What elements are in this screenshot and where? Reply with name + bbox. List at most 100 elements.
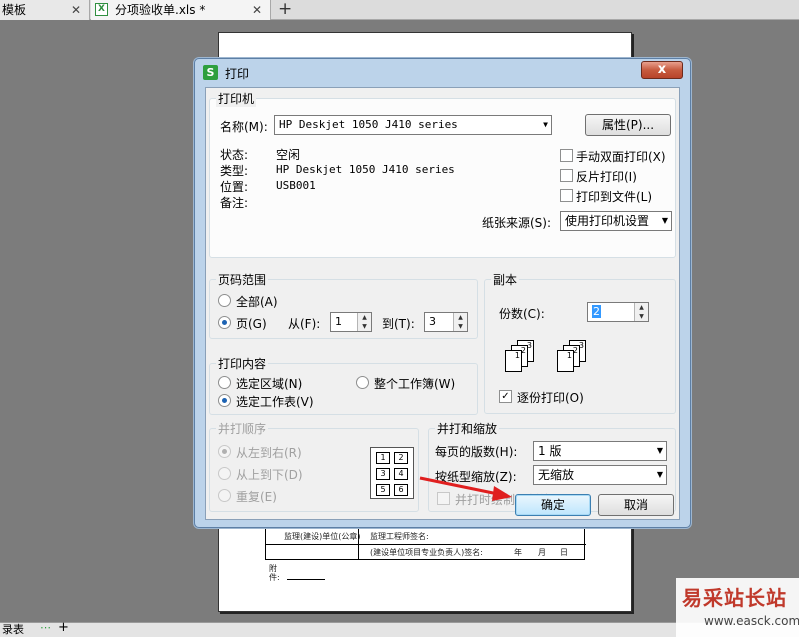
attachment-label-2: 件: [269, 573, 280, 582]
close-icon[interactable]: ✕ [71, 0, 81, 20]
to-label: 到(T): [382, 317, 415, 331]
status-label: 状态: [220, 148, 249, 162]
printer-name-value: HP Deskjet 1050 J410 series [279, 118, 458, 131]
print-to-file-checkbox[interactable] [560, 189, 573, 202]
tab-active-file[interactable]: X 分项验收单.xls * ✕ [91, 0, 271, 20]
paper-source-label: 纸张来源(S): [482, 216, 552, 230]
supervisor-sign: 监理工程师签名: [370, 532, 429, 541]
zoom-legend: 并打和缩放 [435, 420, 500, 437]
ok-button[interactable]: 确定 [515, 494, 591, 516]
manual-duplex-label[interactable]: 手动双面打印(X) [576, 148, 666, 165]
spreadsheet-icon: X [95, 3, 108, 16]
left-to-right-label[interactable]: 从左到右(R) [236, 444, 302, 461]
tab-label: 分项验收单.xls * [115, 3, 206, 17]
annotation-arrow-icon [419, 476, 512, 501]
all-pages-radio[interactable] [218, 294, 231, 307]
active-sheet-label[interactable]: 选定工作表(V) [236, 393, 314, 410]
repeat-radio[interactable] [218, 489, 231, 502]
pages-label[interactable]: 页(G) [236, 315, 267, 332]
from-label: 从(F): [288, 317, 321, 331]
spin-arrows-icon[interactable]: ▲ ▼ [634, 303, 648, 321]
tab-bar: 模板 ✕ X 分项验收单.xls * ✕ + [0, 0, 799, 20]
reverse-print-checkbox[interactable] [560, 169, 573, 182]
properties-button[interactable]: 属性(P)... [585, 114, 671, 136]
new-tab-button[interactable]: + [278, 0, 292, 19]
printer-name-label: 名称(M): [220, 120, 268, 134]
tab-label: 模板 [2, 3, 27, 17]
printer-group: 打印机 名称(M): HP Deskjet 1050 J410 series ▼… [209, 90, 676, 258]
all-pages-label[interactable]: 全部(A) [236, 293, 278, 310]
copies-legend: 副本 [491, 271, 520, 288]
chevron-down-icon: ▼ [656, 446, 663, 455]
scale-value: 无缩放 [538, 468, 575, 482]
workbook-radio[interactable] [356, 376, 369, 389]
printer-legend: 打印机 [216, 90, 257, 107]
chevron-down-icon: ▼ [656, 470, 663, 479]
scale-select[interactable]: 无缩放 ▼ [533, 465, 667, 485]
pages-per-sheet-select[interactable]: 1 版 ▼ [533, 441, 667, 461]
left-to-right-radio[interactable] [218, 445, 231, 458]
print-what-group: 打印内容 选定区域(N) 整个工作簿(W) 选定工作表(V) [209, 355, 478, 415]
page-range-group: 页码范围 全部(A) 页(G) 从(F): 1 ▲ ▼ 到(T): 3 ▲ ▼ [209, 271, 478, 339]
collate-checkbox[interactable]: ✓ [499, 390, 512, 403]
order-preview-icon: 1 2 3 4 5 6 [370, 447, 414, 499]
collate-stack-icon: 3 2 1 [505, 340, 537, 374]
top-to-bottom-label[interactable]: 从上到下(D) [236, 466, 303, 483]
type-value: HP Deskjet 1050 J410 series [276, 163, 455, 176]
location-label: 位置: [220, 180, 249, 194]
manual-duplex-checkbox[interactable] [560, 149, 573, 162]
collate-stack-icon: 3 2 1 [557, 340, 589, 374]
order-legend: 并打顺序 [216, 420, 269, 437]
from-page-input[interactable]: 1 ▲ ▼ [330, 312, 372, 332]
pages-per-sheet-label: 每页的版数(H): [435, 445, 518, 459]
app-logo-icon: S [203, 65, 218, 80]
to-page-value: 3 [429, 315, 436, 328]
add-sheet-icon[interactable]: + [58, 621, 69, 635]
repeat-label[interactable]: 重复(E) [236, 488, 277, 505]
top-to-bottom-radio[interactable] [218, 467, 231, 480]
paper-source-select[interactable]: 使用打印机设置 ▼ [560, 211, 672, 231]
watermark: 易采站长站 www.easck.com [676, 578, 799, 637]
collate-label[interactable]: 逐份打印(O) [517, 389, 584, 406]
workbook-label[interactable]: 整个工作簿(W) [374, 375, 455, 392]
chevron-down-icon: ▼ [661, 216, 668, 225]
to-page-input[interactable]: 3 ▲ ▼ [424, 312, 468, 332]
tab-template[interactable]: 模板 ✕ [0, 0, 90, 20]
page-range-legend: 页码范围 [216, 271, 269, 288]
owner-sign: (建设单位项目专业负责人)签名: [370, 548, 483, 557]
date-day: 日 [560, 548, 568, 557]
print-to-file-label[interactable]: 打印到文件(L) [576, 188, 652, 205]
status-value: 空闲 [276, 148, 301, 162]
type-label: 类型: [220, 164, 249, 178]
dialog-title: 打印 [225, 67, 250, 81]
sheet-tab[interactable]: 录表 [2, 623, 24, 637]
print-dialog: S 打印 x 打印机 名称(M): HP Deskjet 1050 J410 s… [194, 58, 691, 528]
pages-radio[interactable] [218, 316, 231, 329]
printer-name-select[interactable]: HP Deskjet 1050 J410 series ▼ [274, 115, 552, 135]
close-button[interactable]: x [641, 61, 683, 79]
order-group: 并打顺序 从左到右(R) 从上到下(D) 重复(E) 1 2 3 4 5 6 [209, 420, 419, 512]
comment-label: 备注: [220, 196, 249, 210]
active-sheet-radio[interactable] [218, 394, 231, 407]
close-icon[interactable]: ✕ [252, 0, 262, 20]
copies-count-value: 2 [592, 305, 601, 318]
spin-arrows-icon[interactable]: ▲ ▼ [453, 313, 467, 331]
print-what-legend: 打印内容 [216, 355, 269, 372]
pages-per-sheet-value: 1 版 [538, 444, 562, 458]
reverse-print-label[interactable]: 反片打印(I) [576, 168, 637, 185]
watermark-url: www.easck.com [704, 614, 799, 628]
dialog-titlebar[interactable]: S 打印 x [195, 59, 690, 87]
selection-label[interactable]: 选定区域(N) [236, 375, 302, 392]
from-page-value: 1 [335, 315, 342, 328]
cancel-button[interactable]: 取消 [598, 494, 674, 516]
location-value: USB001 [276, 179, 316, 192]
copies-group: 副本 份数(C): 2 ▲ ▼ 3 2 1 3 2 1 ✓ 逐份打印(O) [484, 271, 676, 414]
dialog-body: 打印机 名称(M): HP Deskjet 1050 J410 series ▼… [205, 87, 680, 520]
paper-source-value: 使用打印机设置 [565, 214, 650, 228]
selection-radio[interactable] [218, 376, 231, 389]
sheet-menu-icon[interactable]: ⋯ [40, 621, 51, 635]
copies-count-input[interactable]: 2 ▲ ▼ [587, 302, 649, 322]
spin-arrows-icon[interactable]: ▲ ▼ [357, 313, 371, 331]
chevron-down-icon: ▼ [543, 120, 548, 129]
date-month: 月 [538, 548, 546, 557]
